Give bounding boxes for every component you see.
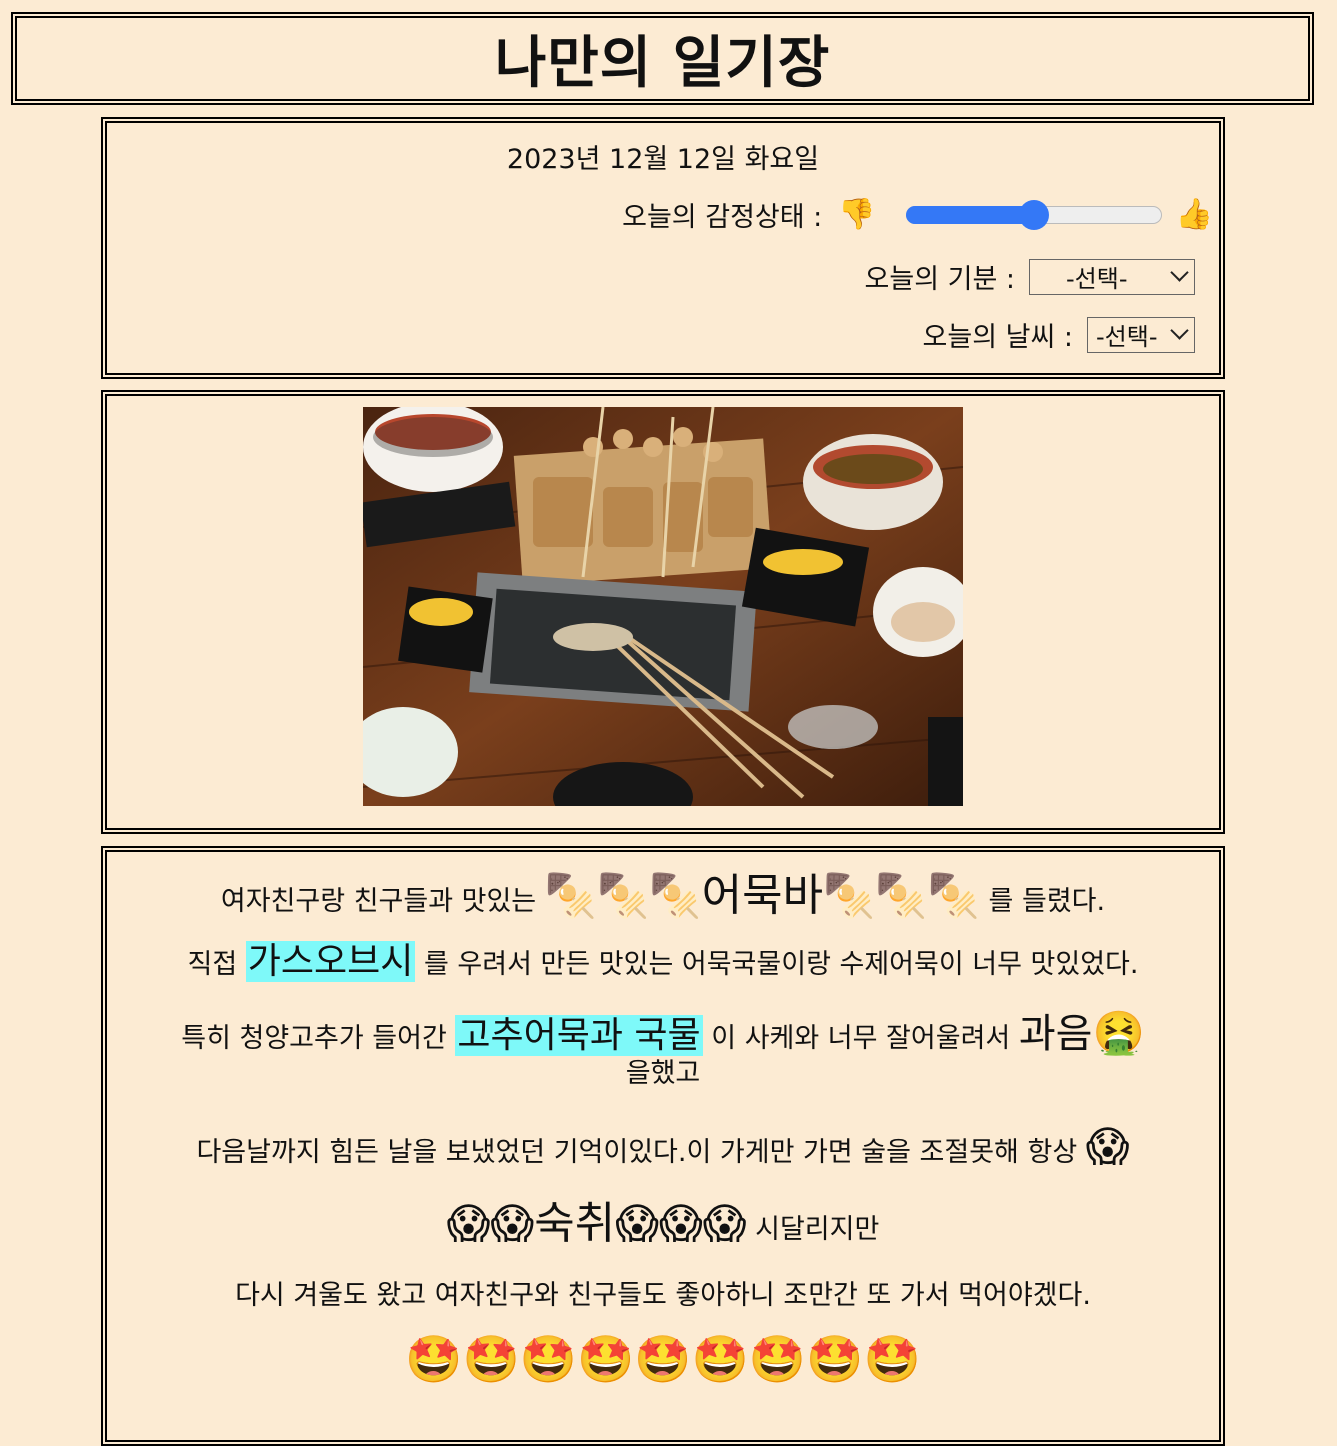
entry-text: 시달리지만 <box>746 1214 880 1245</box>
entry-text: 특히 청양고추가 들어간 <box>181 1023 456 1054</box>
mood-row: 오늘의 기분 : -선택- <box>865 257 1195 296</box>
chevron-down-icon <box>1170 320 1189 340</box>
chevron-down-icon <box>1170 262 1189 282</box>
highlighted-text: 가스오브시 <box>245 941 416 982</box>
diary-photo <box>363 407 963 806</box>
entry-text: 직접 <box>187 949 246 980</box>
entry-line-7: 🤩🤩🤩🤩🤩🤩🤩🤩🤩 <box>107 1332 1219 1387</box>
entry-text: 를 우려서 만든 맛있는 어묵국물이랑 수제어묵이 너무 맛있었다. <box>415 949 1139 980</box>
emotion-slider-handle[interactable] <box>1018 199 1049 230</box>
highlighted-text: 고추어묵과 국물 <box>455 1015 703 1056</box>
diary-date: 2023년 12월 12일 화요일 <box>506 144 820 175</box>
entry-text: 다음날까지 힘든 날을 보냈었던 기억이있다.이 가게만 가면 술을 조절못해 … <box>196 1137 1086 1168</box>
thumbs-up-icon: 👍 <box>1175 197 1213 232</box>
diary-info-panel: 2023년 12월 12일 화요일 오늘의 감정상태 : 👎 👍 오늘의 기분 … <box>101 117 1225 379</box>
oden-bar-photo <box>363 407 963 806</box>
thumbs-down-icon: 👎 <box>838 197 876 232</box>
page-title: 나만의 일기장 <box>494 31 831 96</box>
weather-row: 오늘의 날씨 : -선택- <box>923 315 1195 354</box>
weather-select[interactable]: -선택- <box>1087 316 1195 353</box>
weather-label: 오늘의 날씨 : <box>922 322 1073 353</box>
emphasis-text: 숙취 <box>534 1198 616 1249</box>
entry-text: 을했고 <box>625 1058 701 1090</box>
entry-line-1: 여자친구랑 친구들과 맛있는 🍢🍢🍢어묵바🍢🍢🍢 를 들렸다. <box>107 870 1219 923</box>
mood-selected-value: -선택- <box>1066 265 1128 293</box>
star-struck-icon: 🤩🤩🤩🤩🤩🤩🤩🤩🤩 <box>405 1332 921 1386</box>
oden-icon: 🍢🍢🍢 <box>823 871 980 920</box>
emotion-label: 오늘의 감정상태 : <box>622 202 823 233</box>
emotion-row: 오늘의 감정상태 : 👎 👍 <box>622 195 1213 234</box>
entry-line-3: 특히 청양고추가 들어간 고추어묵과 국물 이 사케와 너무 잘어울려서 과음🤮… <box>127 1008 1199 1091</box>
entry-line-4: 다음날까지 힘든 날을 보냈었던 기억이있다.이 가게만 가면 술을 조절못해 … <box>107 1122 1219 1172</box>
emphasis-text: 어묵바 <box>701 870 824 921</box>
entry-text: 를 들렸다. <box>979 886 1106 917</box>
entry-line-2: 직접 가스오브시 를 우려서 만든 맛있는 어묵국물이랑 수제어묵이 너무 맛있… <box>107 940 1219 983</box>
emphasis-text: 과음 <box>1018 1011 1093 1057</box>
photo-panel <box>101 390 1225 834</box>
entry-line-5: 😱😱숙취😱😱😱 시달리지만 <box>107 1198 1219 1251</box>
scream-face-icon: 😱 <box>1085 1122 1130 1171</box>
entry-text: 이 사케와 너무 잘어울려서 <box>702 1023 1019 1054</box>
oden-icon: 🍢🍢🍢 <box>544 871 702 920</box>
title-frame: 나만의 일기장 <box>11 12 1314 105</box>
entry-text: 다시 겨울도 왔고 여자친구와 친구들도 좋아하니 조만간 또 가서 먹어야겠다… <box>235 1280 1091 1311</box>
emotion-slider-fill <box>905 205 1034 224</box>
emotion-slider[interactable] <box>905 199 1162 230</box>
scream-face-icon: 😱😱 <box>446 1199 535 1248</box>
vomit-face-icon: 🤮 <box>1092 1008 1145 1057</box>
weather-selected-value: -선택- <box>1096 323 1158 351</box>
mood-label: 오늘의 기분 : <box>864 264 1015 295</box>
mood-select[interactable]: -선택- <box>1029 258 1195 295</box>
scream-face-icon: 😱😱😱 <box>615 1199 747 1248</box>
entry-line-6: 다시 겨울도 왔고 여자친구와 친구들도 좋아하니 조만간 또 가서 먹어야겠다… <box>107 1280 1219 1312</box>
diary-entry-panel: 여자친구랑 친구들과 맛있는 🍢🍢🍢어묵바🍢🍢🍢 를 들렸다. 직접 가스오브시… <box>101 846 1225 1446</box>
entry-text: 여자친구랑 친구들과 맛있는 <box>220 886 545 917</box>
